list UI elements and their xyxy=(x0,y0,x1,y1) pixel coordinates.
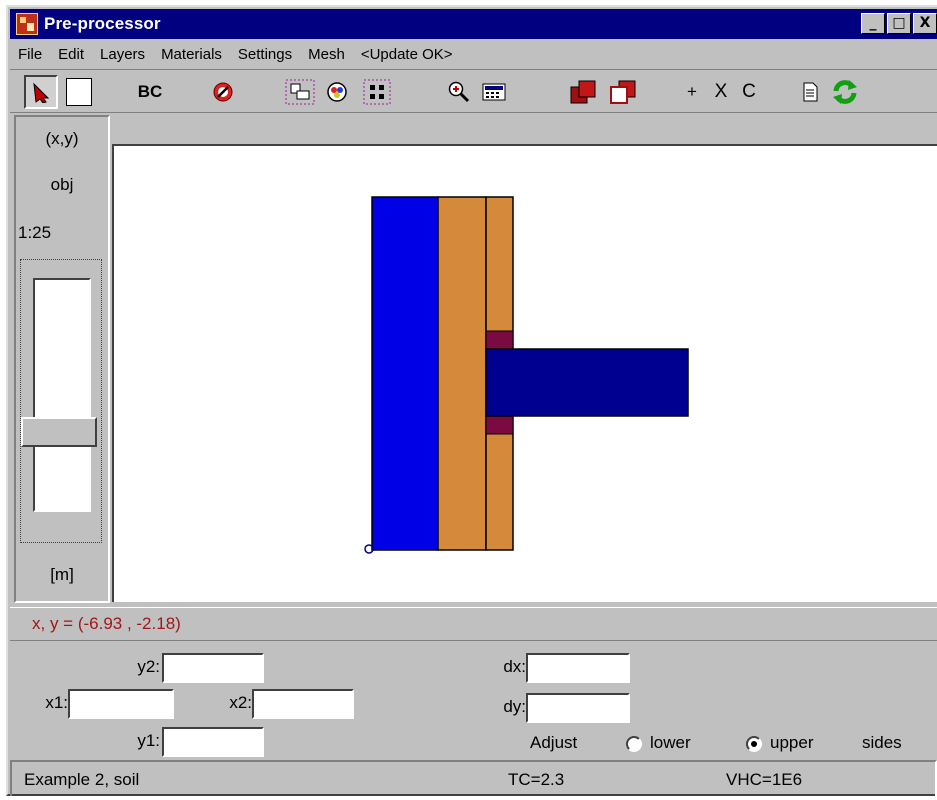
filled-square-button[interactable] xyxy=(566,76,602,108)
document-icon xyxy=(803,82,818,102)
coordinate-readout-bar: x, y = (-6.93 , -2.18) xyxy=(10,607,937,641)
canvas-svg xyxy=(364,196,689,554)
window-controls: _ □ X xyxy=(861,13,937,34)
zoom-in-icon xyxy=(448,81,470,103)
plus-button[interactable]: + xyxy=(682,76,702,108)
dx-field[interactable] xyxy=(526,653,630,683)
upper-radio-dot xyxy=(751,741,757,747)
lower-radio[interactable] xyxy=(626,736,642,752)
palette-button[interactable] xyxy=(322,76,352,108)
dy-field[interactable] xyxy=(526,693,630,723)
scale-label: 1:25 xyxy=(18,223,52,242)
drawing-canvas[interactable] xyxy=(112,144,937,602)
dy-label: dy: xyxy=(503,697,526,716)
status-tc: TC=2.3 xyxy=(508,770,565,789)
coords-toggle[interactable]: (x,y) xyxy=(16,129,108,149)
status-project-name: Example 2, soil xyxy=(24,770,140,789)
y2-label: y2: xyxy=(137,657,160,676)
x1-label: x1: xyxy=(45,693,68,712)
coordinate-readout: x, y = (-6.93 , -2.18) xyxy=(32,614,181,633)
menu-update-ok[interactable]: <Update OK> xyxy=(353,46,461,63)
bc-button[interactable]: BC xyxy=(128,76,172,108)
beam-element[interactable] xyxy=(485,348,689,417)
x2-label: x2: xyxy=(229,693,252,712)
geometry-form: y2: x1: x2: y1: dx: dy: Adjust lower upp… xyxy=(10,645,937,757)
menu-settings[interactable]: Settings xyxy=(230,46,300,63)
minimize-button[interactable]: _ xyxy=(861,13,885,34)
maximize-button[interactable]: □ xyxy=(887,13,911,34)
x1-field[interactable] xyxy=(68,689,174,719)
grid-dots-icon xyxy=(363,79,391,105)
zoom-in-button[interactable] xyxy=(444,76,474,108)
left-panel: (x,y) obj 1:25 [m] xyxy=(14,115,110,603)
document-button[interactable] xyxy=(796,76,824,108)
grid-dots-button[interactable] xyxy=(360,76,394,108)
outline-square-button[interactable] xyxy=(606,76,642,108)
unit-label: [m] xyxy=(50,565,74,584)
menu-edit[interactable]: Edit xyxy=(50,46,92,63)
menu-layers[interactable]: Layers xyxy=(92,46,153,63)
window-title: Pre-processor xyxy=(44,14,161,33)
refresh-button[interactable] xyxy=(828,76,862,108)
slider-track[interactable] xyxy=(33,278,91,512)
adjust-label: Adjust xyxy=(530,733,578,752)
app-logo-icon[interactable] xyxy=(16,13,38,35)
zoom-slider[interactable] xyxy=(20,259,102,543)
menu-file[interactable]: File xyxy=(10,46,50,63)
x2-field[interactable] xyxy=(252,689,354,719)
sides-label: sides xyxy=(862,733,902,752)
upper-label[interactable]: upper xyxy=(770,733,813,753)
slider-thumb[interactable] xyxy=(21,416,97,447)
palette-icon xyxy=(327,82,347,102)
seal-lower[interactable] xyxy=(485,415,514,435)
cross-button[interactable]: X xyxy=(710,76,732,108)
select-arrow-button[interactable] xyxy=(24,75,58,109)
calculator-icon xyxy=(482,83,506,101)
rectangle-icon xyxy=(66,78,92,106)
toolbar: BC + X C xyxy=(10,69,937,113)
menu-materials[interactable]: Materials xyxy=(153,46,230,63)
status-vhc: VHC=1E6 xyxy=(726,770,803,789)
close-button[interactable]: X xyxy=(913,13,937,34)
calculator-button[interactable] xyxy=(478,76,510,108)
y1-field[interactable] xyxy=(162,727,264,757)
filled-square-icon xyxy=(570,80,596,104)
y2-field[interactable] xyxy=(162,653,264,683)
no-entry-button[interactable] xyxy=(206,76,240,108)
dx-label: dx: xyxy=(503,657,526,676)
lower-label[interactable]: lower xyxy=(650,733,691,753)
obj-toggle[interactable]: obj xyxy=(16,175,108,195)
upper-radio[interactable] xyxy=(746,736,762,752)
refresh-icon xyxy=(833,80,857,104)
blue-wall-layer[interactable] xyxy=(371,196,439,551)
title-bar[interactable]: Pre-processor _ □ X xyxy=(10,9,937,39)
outline-square-icon xyxy=(610,80,636,104)
c-button[interactable]: C xyxy=(738,76,760,108)
rectangle-tool-button[interactable] xyxy=(60,76,98,108)
select-arrow-icon xyxy=(33,82,50,103)
orange-layer-inner[interactable] xyxy=(437,196,487,551)
layers-button[interactable] xyxy=(282,76,318,108)
y1-label: y1: xyxy=(137,731,160,750)
status-bar: Example 2, soil TC=2.3 VHC=1E6 xyxy=(10,760,937,796)
no-entry-icon xyxy=(213,82,233,102)
menu-mesh[interactable]: Mesh xyxy=(300,46,353,63)
pre-processor-window: Pre-processor _ □ X File Edit Layers Mat… xyxy=(6,5,937,796)
menu-bar: File Edit Layers Materials Settings Mesh… xyxy=(10,41,937,67)
seal-upper[interactable] xyxy=(485,330,514,350)
layers-icon xyxy=(285,79,315,105)
